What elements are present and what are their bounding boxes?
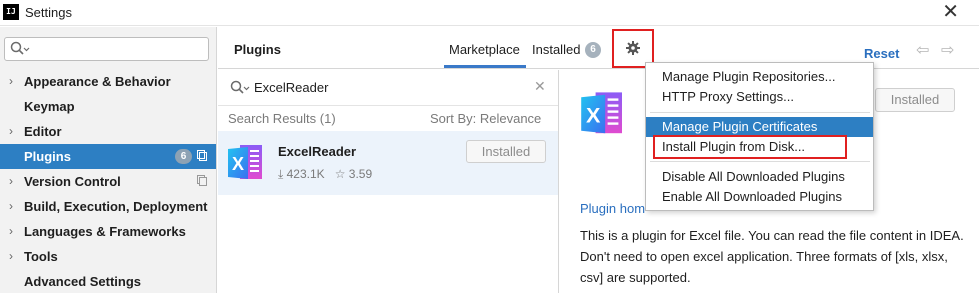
sidebar-item-label: Appearance & Behavior [24,74,171,89]
plugin-downloads: ⤓ 423.1K [278,167,325,181]
plugin-list-panel: ExcelReader ✕ Search Results (1) Sort By… [218,70,559,293]
menu-item-manage-repositories[interactable]: Manage Plugin Repositories... [646,67,873,87]
clear-search-icon[interactable]: ✕ [534,78,546,95]
sidebar-item-plugins[interactable]: Plugins 6 [0,144,216,169]
sidebar-item-label: Editor [24,124,62,139]
chevron-right-icon: › [9,174,13,188]
page-title: Plugins [234,42,281,57]
search-value: ExcelReader [254,80,329,95]
plugin-list-item[interactable]: X ExcelReader ⤓ 423.1K ☆ 3.59 Installed [218,131,558,195]
sidebar-item-appearance[interactable]: › Appearance & Behavior [0,69,216,94]
chevron-right-icon: › [9,224,13,238]
window-title: Settings [25,5,72,20]
plugin-meta: ⤓ 423.1K ☆ 3.59 [278,167,372,182]
svg-text:X: X [232,154,244,174]
app-logo-icon: IJ [3,4,19,20]
installed-count-badge: 6 [585,42,601,58]
chevron-right-icon: › [9,74,13,88]
sidebar-item-label: Build, Execution, Deployment [24,199,208,214]
excel-reader-icon: X [228,145,262,179]
sidebar-item-label: Keymap [24,99,75,114]
menu-item-enable-all[interactable]: Enable All Downloaded Plugins [646,187,873,207]
settings-sidebar: › Appearance & Behavior Keymap › Editor Pl… [0,27,217,293]
menu-item-http-proxy[interactable]: HTTP Proxy Settings... [646,87,873,107]
svg-text:X: X [586,102,601,127]
chevron-right-icon: › [9,249,13,263]
forward-arrow-icon[interactable]: ⇨ [941,40,954,60]
sidebar-item-label: Advanced Settings [24,274,142,289]
settings-search-input[interactable] [4,37,209,61]
gear-icon[interactable] [626,41,640,55]
reset-link[interactable]: Reset [864,46,899,61]
tab-installed[interactable]: Installed [532,42,580,57]
back-arrow-icon[interactable]: ⇦ [916,40,929,60]
active-tab-indicator [444,65,526,68]
title-bar: IJ Settings ✕ [0,0,979,26]
sidebar-item-keymap[interactable]: Keymap [0,94,216,119]
plugin-name: ExcelReader [278,144,357,159]
detail-installed-button[interactable]: Installed [875,88,955,112]
excel-reader-icon: X [581,92,622,134]
plugin-search-input[interactable]: ExcelReader ✕ [218,70,558,106]
chevron-right-icon: › [9,199,13,213]
sidebar-item-label: Version Control [24,174,121,189]
sidebar-item-tools[interactable]: › Tools [0,244,216,269]
highlight-box-install-from-disk [653,135,847,159]
settings-nav: › Appearance & Behavior Keymap › Editor Pl… [0,69,216,293]
project-settings-icon [197,150,207,161]
menu-separator [650,161,870,162]
search-icon [10,41,30,55]
chevron-right-icon: › [9,124,13,138]
sidebar-item-build[interactable]: › Build, Execution, Deployment [0,194,216,219]
installed-button[interactable]: Installed [466,140,546,163]
results-count: Search Results (1) [228,111,336,126]
close-icon[interactable]: ✕ [942,1,959,23]
plugins-count-badge: 6 [175,149,192,164]
sidebar-item-editor[interactable]: › Editor [0,119,216,144]
sidebar-item-version-control[interactable]: › Version Control [0,169,216,194]
menu-item-disable-all[interactable]: Disable All Downloaded Plugins [646,167,873,187]
results-bar: Search Results (1) Sort By: Relevance ▾ [228,111,548,141]
plugin-description: This is a plugin for Excel file. You can… [580,228,964,285]
sidebar-item-label: Tools [24,249,58,264]
sidebar-item-label: Languages & Frameworks [24,224,186,239]
plugin-rating: ☆ 3.59 [334,167,373,181]
sidebar-item-languages[interactable]: › Languages & Frameworks [0,219,216,244]
plugin-homepage-link[interactable]: Plugin hom [580,201,645,216]
tab-marketplace[interactable]: Marketplace [449,42,520,57]
sidebar-item-label: Plugins [24,149,71,164]
menu-separator [650,112,870,113]
project-settings-icon [197,175,207,186]
sidebar-item-advanced[interactable]: Advanced Settings [0,269,216,293]
menu-item-manage-certificates[interactable]: Manage Plugin Certificates [646,117,873,137]
search-icon [230,80,250,94]
